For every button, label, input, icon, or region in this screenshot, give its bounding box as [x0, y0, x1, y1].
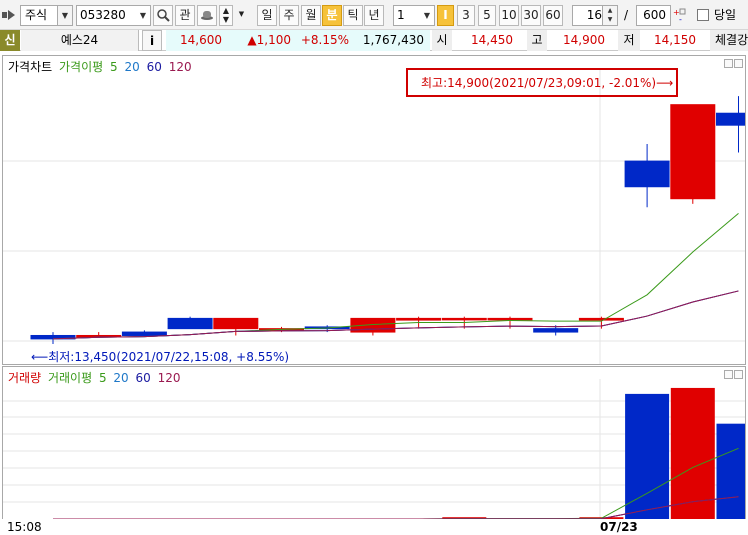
current-price: 14,600: [166, 30, 234, 51]
related-button[interactable]: [197, 5, 217, 26]
trade-volume: 1,767,430: [354, 30, 430, 51]
x-axis-date-label: 07/23: [600, 520, 638, 534]
high-annotation: 최고:14,900(2021/07/23,09:01, -2.01%)⟶: [421, 76, 674, 90]
total-count-input[interactable]: 600: [636, 5, 671, 26]
candle-body: [670, 104, 716, 200]
change-rate: +8.15%: [296, 30, 354, 51]
price-chart-panel[interactable]: 가격차트 가격이평 5 20 60 120 최고:14,900(2021/07/…: [2, 55, 746, 365]
bar-count-value: 16: [586, 8, 602, 22]
period-month-button[interactable]: 월: [301, 5, 321, 26]
period-day-button[interactable]: 일: [257, 5, 277, 26]
candle-body: [533, 328, 579, 333]
minute-5-button[interactable]: 5: [478, 5, 496, 26]
search-icon: [157, 9, 170, 22]
candle-body: [578, 317, 624, 321]
strength-label: 체결강: [710, 30, 748, 51]
price-change: ▲1,100: [234, 30, 296, 51]
svg-text:-: -: [679, 15, 682, 22]
stock-code-input[interactable]: 053280 ▼: [76, 5, 151, 26]
low-price: 14,150: [654, 33, 696, 47]
minute-3-button[interactable]: 3: [457, 5, 475, 26]
candle-body: [396, 317, 442, 321]
stepper-dropdown[interactable]: ▼: [236, 5, 247, 26]
period-year-button[interactable]: 년: [364, 5, 384, 26]
interval-select[interactable]: 1 ▼: [393, 5, 435, 26]
volume-chart-panel[interactable]: 거래량 거래이평 5 20 60 120: [2, 366, 746, 520]
chart-menu-icon[interactable]: [2, 9, 16, 21]
chevron-down-icon: ▼: [238, 10, 245, 18]
period-minute-button[interactable]: 분: [322, 5, 342, 26]
candle-body: [167, 317, 213, 330]
volume-bar: [716, 423, 745, 519]
volume-bar: [625, 393, 670, 519]
price-plot-area: [3, 68, 745, 364]
chart-toolbar: 주식 ▼ 053280 ▼ 관 ▲ ▼ ▼ 일 주 월 분 틱 년 1 ▼ I …: [0, 0, 748, 30]
scale-icon[interactable]: + -: [673, 8, 687, 24]
volume-bar: [670, 387, 715, 519]
chevron-down-icon[interactable]: ▼: [57, 6, 72, 25]
x-axis-start-label: 15:08: [7, 520, 42, 534]
minute-60-button[interactable]: 60: [543, 5, 563, 26]
period-tick-button[interactable]: 틱: [343, 5, 363, 26]
bar-count-stepper[interactable]: ▲ ▼: [602, 6, 617, 25]
chevron-down-icon[interactable]: ▼: [420, 6, 434, 25]
stock-code-value: 053280: [80, 8, 126, 22]
market-badge: 신: [0, 30, 20, 51]
chevron-down-icon[interactable]: ▼: [136, 6, 150, 25]
arrow-right-icon: [2, 10, 15, 20]
price-moving-averages: [52, 213, 739, 340]
stock-name: 예스24: [21, 30, 139, 51]
stock-info-button[interactable]: i: [142, 30, 162, 51]
interest-button[interactable]: 관: [175, 5, 195, 26]
x-axis: 15:08 07/23: [0, 519, 748, 535]
today-checkbox[interactable]: [697, 9, 709, 21]
minute-30-button[interactable]: 30: [521, 5, 541, 26]
candle-body: [213, 317, 259, 330]
market-type-select[interactable]: 주식 ▼: [20, 5, 73, 26]
plus-minus-icon: + -: [673, 8, 686, 24]
bar-count-input[interactable]: 16 ▲ ▼: [572, 5, 618, 26]
hat-icon: [201, 11, 213, 20]
today-label: 당일: [714, 8, 737, 22]
open-label: 시: [432, 30, 452, 51]
candle-body: [121, 331, 167, 336]
open-price: 14,450: [471, 33, 513, 47]
candle-body: [487, 317, 533, 321]
low-annotation: ⟵최저:13,450(2021/07/22,15:08, +8.55%): [31, 350, 290, 364]
price-candles: [30, 96, 745, 345]
volume-bars: [442, 387, 745, 519]
candle-body: [624, 160, 670, 188]
volume-plot-area: [3, 379, 745, 519]
low-label: 저: [618, 30, 640, 51]
minute-10-button[interactable]: 10: [499, 5, 519, 26]
quote-info-bar: 신 예스24 i 14,600 ▲1,100 +8.15% 1,767,430 …: [0, 29, 748, 51]
high-price: 14,900: [563, 33, 605, 47]
price-ma5-line: [52, 213, 739, 340]
count-separator: /: [624, 8, 629, 22]
stepper-down-icon[interactable]: ▼: [220, 15, 232, 24]
interval-value: 1: [397, 8, 405, 22]
search-button[interactable]: [153, 5, 173, 26]
period-week-button[interactable]: 주: [279, 5, 299, 26]
total-count-value: 600: [643, 8, 666, 22]
candle-body: [441, 317, 487, 321]
market-type-value: 주식: [25, 8, 48, 22]
code-stepper[interactable]: ▲ ▼: [219, 5, 233, 26]
minute-1-button[interactable]: I: [437, 5, 454, 26]
candle-body: [716, 112, 745, 126]
high-label: 고: [527, 30, 547, 51]
stepper-up-icon[interactable]: ▲: [220, 6, 232, 15]
